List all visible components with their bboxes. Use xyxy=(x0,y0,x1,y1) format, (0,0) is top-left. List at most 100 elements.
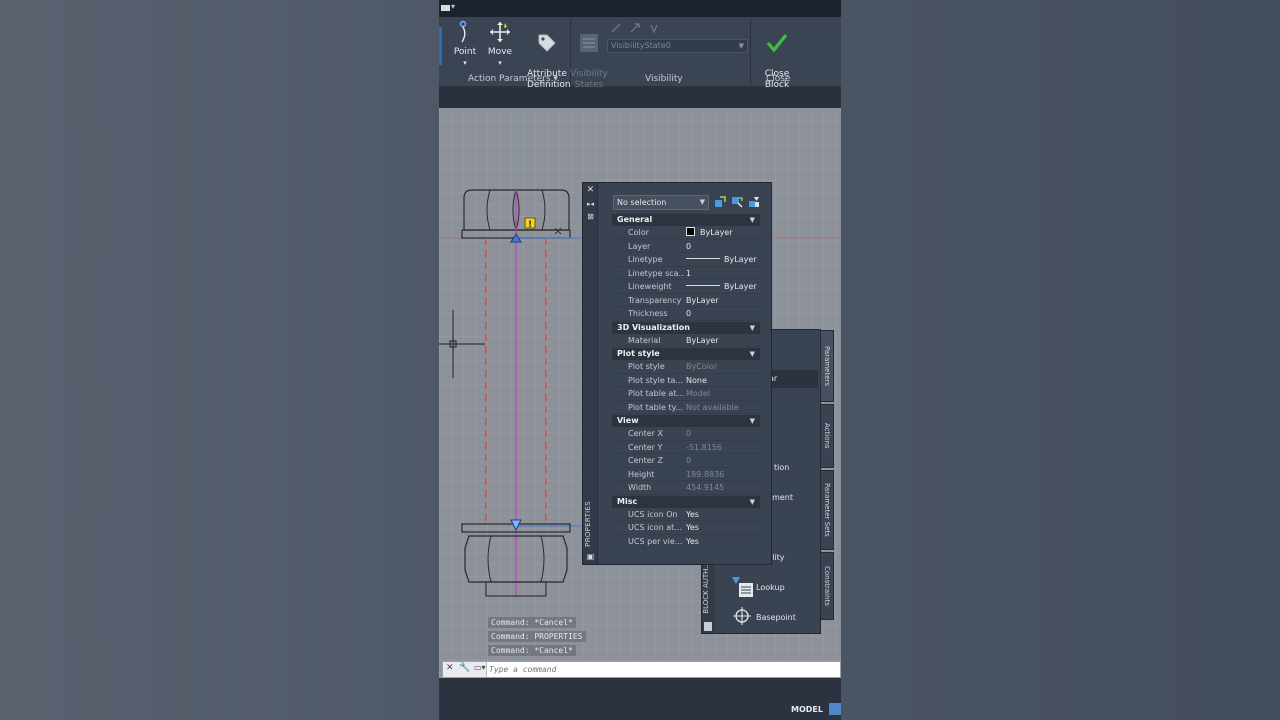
select-objects-icon[interactable] xyxy=(731,196,743,208)
palette-tabs: Parameters Actions Parameter Sets Constr… xyxy=(820,330,834,620)
property-value-cell[interactable]: 0 xyxy=(686,307,691,321)
drawing-canvas[interactable]: ! BLOCK AUTH... t ar r tion nment ility … xyxy=(439,108,841,678)
properties-palette: ✕ ▸◂ ⊠ PROPERTIES ▣ No selection ▼ Gener… xyxy=(582,182,772,565)
toggle-pickadd-icon[interactable] xyxy=(714,196,726,208)
category-header[interactable]: View ▼ xyxy=(612,415,760,427)
property-value-cell[interactable]: 454.9145 xyxy=(686,481,724,495)
recent-commands-icon[interactable]: ▭▾ xyxy=(474,663,486,672)
command-line-controls: ✕ 🔧 ▭▾ xyxy=(443,662,487,677)
property-row[interactable]: Thickness 0 xyxy=(612,307,760,321)
collapse-icon[interactable]: ▼ xyxy=(750,496,755,508)
property-row[interactable]: Material ByLayer xyxy=(612,334,760,348)
property-row[interactable]: Linetype ByLayer xyxy=(612,253,760,267)
palette-item-visibility[interactable]: ility xyxy=(770,553,785,562)
make-visible-icon[interactable] xyxy=(629,22,641,34)
property-value-cell[interactable]: ByLayer xyxy=(686,294,719,308)
visibility-states-button[interactable]: Visibility States xyxy=(569,20,609,91)
property-value-cell[interactable]: ByLayer xyxy=(686,226,733,240)
auto-hide-icon[interactable]: ▸◂ xyxy=(586,199,595,209)
model-space-button[interactable]: MODEL xyxy=(791,705,823,714)
property-row[interactable]: UCS icon On Yes xyxy=(612,508,760,522)
property-row[interactable]: Transparency ByLayer xyxy=(612,294,760,308)
properties-options-icon[interactable]: ⊠ xyxy=(586,212,595,222)
property-value-cell[interactable]: 0 xyxy=(686,454,691,468)
property-row[interactable]: Height 189.8836 xyxy=(612,468,760,482)
point-button[interactable]: Point ▾ xyxy=(453,20,477,69)
ribbon-scroll-left[interactable] xyxy=(439,27,442,65)
property-name: Height xyxy=(628,469,655,479)
collapse-icon[interactable]: ▼ xyxy=(750,322,755,334)
action-parameters-panel-title[interactable]: Action Parameters ▾ xyxy=(468,74,558,84)
property-row[interactable]: Color ByLayer xyxy=(612,226,760,240)
status-bar: MODEL xyxy=(439,678,841,720)
property-name: Plot table at... xyxy=(628,389,684,398)
property-value: None xyxy=(686,375,707,385)
quick-select-icon[interactable] xyxy=(748,196,760,208)
tab-parameters[interactable]: Parameters xyxy=(820,330,834,402)
property-row[interactable]: Center Y -51.8156 xyxy=(612,441,760,455)
property-value-cell[interactable]: Yes xyxy=(686,521,699,535)
selection-dropdown[interactable]: No selection ▼ xyxy=(613,195,709,210)
palette-settings-icon[interactable] xyxy=(704,622,712,631)
app-menu-caret-icon[interactable]: ▾ xyxy=(451,2,455,11)
category-header[interactable]: General ▼ xyxy=(612,214,760,226)
category-header[interactable]: Misc ▼ xyxy=(612,495,760,508)
property-row[interactable]: Plot style ByColor xyxy=(612,360,760,374)
property-row[interactable]: Plot table ty... Not available xyxy=(612,401,760,415)
tab-constraints[interactable]: Constraints xyxy=(820,552,834,620)
move-button[interactable]: Move ▾ xyxy=(487,20,513,69)
property-value-cell[interactable]: ByLayer xyxy=(686,280,757,294)
collapse-icon[interactable]: ▼ xyxy=(750,348,755,360)
property-row[interactable]: Lineweight ByLayer xyxy=(612,280,760,294)
property-value-cell[interactable]: 189.8836 xyxy=(686,468,724,482)
move-icon xyxy=(490,22,510,42)
properties-title: PROPERTIES xyxy=(584,501,592,547)
property-row[interactable]: Layer 0 xyxy=(612,240,760,254)
visibility-state-select[interactable]: VisibilityState0 ▼ xyxy=(607,39,748,53)
property-value-cell[interactable]: ByLayer xyxy=(686,334,719,348)
collapse-icon[interactable]: ▼ xyxy=(750,415,755,427)
customize-wrench-icon[interactable]: 🔧 xyxy=(459,663,470,673)
property-row[interactable]: Plot table at... Model xyxy=(612,387,760,401)
tab-actions[interactable]: Actions xyxy=(820,404,834,468)
property-value-cell[interactable]: None xyxy=(686,374,707,388)
make-invisible-icon[interactable] xyxy=(648,22,660,34)
property-row[interactable]: Center Z 0 xyxy=(612,454,760,468)
command-history-line: Command: PROPERTIES xyxy=(488,631,586,642)
property-value-cell[interactable]: 0 xyxy=(686,427,691,441)
property-value-cell[interactable]: -51.8156 xyxy=(686,441,722,455)
category-header[interactable]: 3D Visualization ▼ xyxy=(612,321,760,334)
property-value-cell[interactable]: 0 xyxy=(686,240,691,254)
close-command-line-icon[interactable]: ✕ xyxy=(446,663,454,673)
property-value: 0 xyxy=(686,429,692,438)
palette-item-lookup[interactable]: Lookup xyxy=(756,583,785,592)
grid-display-icon[interactable] xyxy=(829,703,841,715)
app-menu-icon[interactable] xyxy=(441,5,450,11)
property-value-cell[interactable]: ByLayer xyxy=(686,253,757,267)
property-value: ByLayer xyxy=(700,228,733,237)
property-value: Yes xyxy=(686,523,699,532)
property-row[interactable]: Plot style ta... None xyxy=(612,374,760,388)
palette-item-basepoint[interactable]: Basepoint xyxy=(756,613,796,622)
property-row[interactable]: UCS per vie... Yes xyxy=(612,535,760,549)
property-value-cell[interactable]: Yes xyxy=(686,535,699,549)
property-value-cell[interactable]: 1 xyxy=(686,267,691,281)
property-row[interactable]: Linetype sca... 1 xyxy=(612,267,760,281)
property-row[interactable]: Width 454.9145 xyxy=(612,481,760,495)
collapse-icon[interactable]: ▼ xyxy=(750,214,755,226)
tab-parameter-sets[interactable]: Parameter Sets xyxy=(820,470,834,550)
point-dropdown-icon[interactable]: ▾ xyxy=(463,59,467,67)
property-value-cell[interactable]: Model xyxy=(686,387,710,401)
palette-item-rotation[interactable]: tion xyxy=(774,463,789,472)
visibility-mode-icon[interactable] xyxy=(610,22,622,34)
properties-settings-icon[interactable]: ▣ xyxy=(586,552,595,562)
property-value-cell[interactable]: ByColor xyxy=(686,360,717,374)
property-row[interactable]: Center X 0 xyxy=(612,427,760,441)
close-icon[interactable]: ✕ xyxy=(586,185,595,195)
command-input[interactable] xyxy=(489,663,829,676)
property-value-cell[interactable]: Not available xyxy=(686,401,739,415)
property-value-cell[interactable]: Yes xyxy=(686,508,699,522)
property-row[interactable]: UCS icon at... Yes xyxy=(612,521,760,535)
move-dropdown-icon[interactable]: ▾ xyxy=(498,59,502,67)
category-header[interactable]: Plot style ▼ xyxy=(612,348,760,360)
